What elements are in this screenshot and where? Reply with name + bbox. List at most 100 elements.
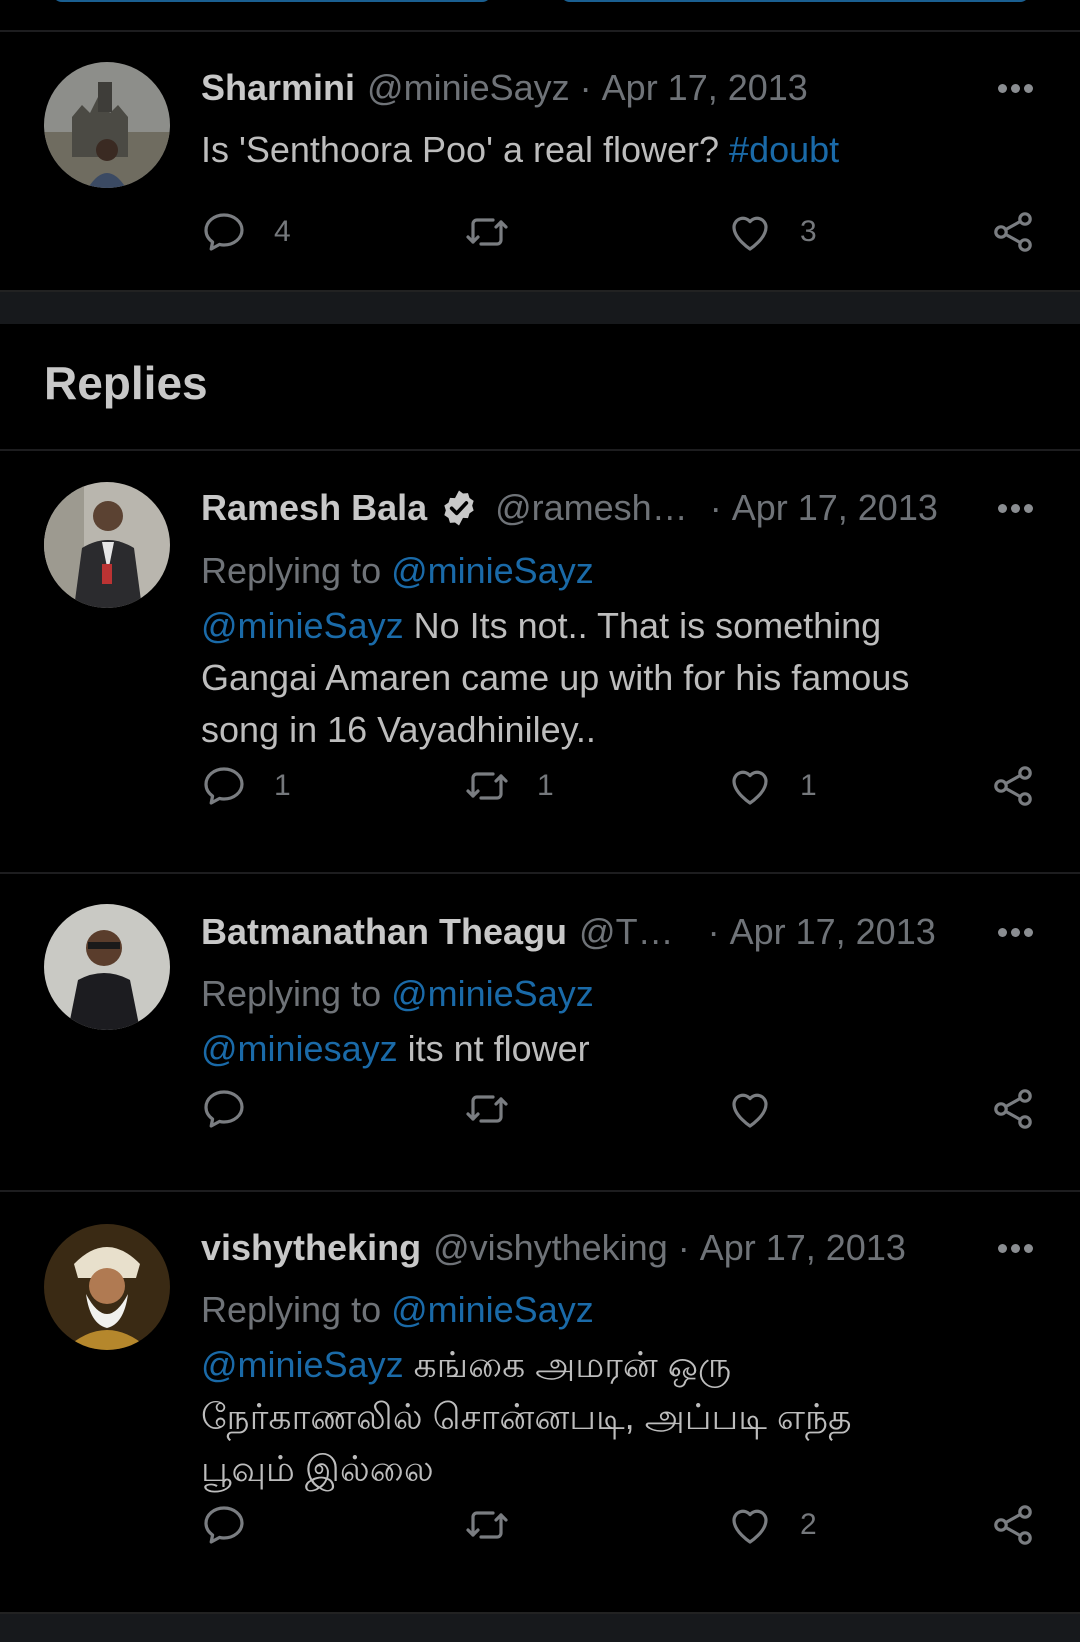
like-icon <box>726 762 774 810</box>
reply-icon <box>200 1501 248 1549</box>
reply-tweet[interactable]: vishytheking @vishytheking · Apr 17, 201… <box>0 1192 1080 1610</box>
author-name[interactable]: Batmanathan Theagu <box>201 911 567 953</box>
reply-tweet[interactable]: Ramesh Bala @ramesh… · Apr 17, 2013 Repl… <box>0 451 1080 873</box>
share-button[interactable] <box>989 1500 1037 1550</box>
text-line: its nt flower <box>397 1028 590 1069</box>
reply-count: 1 <box>274 769 291 802</box>
reply-tweet[interactable]: Batmanathan Theagu @T… · Apr 17, 2013 Re… <box>0 874 1080 1192</box>
avatar[interactable] <box>44 904 170 1030</box>
share-icon <box>989 1501 1037 1549</box>
share-icon <box>989 208 1037 256</box>
text-line: Gangai Amaren came up with for his famou… <box>201 657 910 698</box>
more-icon[interactable] <box>996 488 1036 528</box>
like-button[interactable]: 1 <box>726 761 817 811</box>
like-icon <box>726 208 774 256</box>
tweet-actions: 2 <box>0 1500 1080 1550</box>
share-button[interactable] <box>989 1084 1037 1134</box>
retweet-icon <box>463 762 511 810</box>
avatar[interactable] <box>44 482 170 608</box>
like-button[interactable]: 2 <box>726 1500 817 1550</box>
more-icon[interactable] <box>996 1228 1036 1268</box>
author-name[interactable]: vishytheking <box>201 1227 421 1269</box>
tweet-date[interactable]: Apr 17, 2013 <box>730 911 936 953</box>
main-tweet[interactable]: Sharmini @minieSayz · Apr 17, 2013 Is 'S… <box>0 0 1080 290</box>
retweet-button[interactable] <box>463 1084 537 1134</box>
tweet-header: Ramesh Bala @ramesh… · Apr 17, 2013 <box>201 486 1080 530</box>
like-count: 1 <box>800 769 817 802</box>
retweet-icon <box>463 1501 511 1549</box>
mention-link[interactable]: @minieSayz <box>201 605 404 646</box>
share-icon <box>989 762 1037 810</box>
replying-to: Replying to @minieSayz <box>201 968 1020 1020</box>
author-name[interactable]: Sharmini <box>201 67 355 109</box>
verified-icon <box>439 488 479 528</box>
retweet-button[interactable] <box>463 207 537 257</box>
tweet-actions <box>0 1084 1080 1134</box>
retweet-icon <box>463 1085 511 1133</box>
like-icon <box>726 1085 774 1133</box>
text-line: song in 16 Vayadhiniley.. <box>201 709 596 750</box>
author-handle[interactable]: @vishytheking <box>433 1227 668 1269</box>
author-handle[interactable]: @minieSayz <box>367 67 570 109</box>
more-icon[interactable] <box>996 912 1036 952</box>
mention-link[interactable]: @minieSayz <box>201 1344 404 1385</box>
retweet-count: 1 <box>537 769 554 802</box>
reply-button[interactable]: 4 <box>200 207 291 257</box>
separator: · <box>579 67 592 108</box>
reply-count: 4 <box>274 215 291 248</box>
reply-button[interactable] <box>200 1084 274 1134</box>
separator: · <box>677 1227 690 1268</box>
like-button[interactable] <box>726 1084 800 1134</box>
reply-button[interactable]: 1 <box>200 761 291 811</box>
text-line: No Its not.. That is something <box>403 605 882 646</box>
like-button[interactable]: 3 <box>726 207 817 257</box>
retweet-icon <box>463 208 511 256</box>
retweet-button[interactable]: 1 <box>463 761 554 811</box>
bottom-separator <box>0 1612 1080 1642</box>
tweet-text: Is 'Senthoora Poo' a real flower? #doubt <box>201 124 1020 176</box>
tweet-date[interactable]: Apr 17, 2013 <box>602 67 808 109</box>
author-handle[interactable]: @T… <box>579 911 674 953</box>
tweet-date[interactable]: Apr 17, 2013 <box>700 1227 906 1269</box>
avatar[interactable] <box>44 1224 170 1350</box>
text-line: பூவும் இல்லை <box>201 1448 434 1489</box>
like-icon <box>726 1501 774 1549</box>
replying-to: Replying to @minieSayz <box>201 545 1020 597</box>
reply-icon <box>200 762 248 810</box>
replying-to-link[interactable]: @minieSayz <box>391 1289 594 1330</box>
share-button[interactable] <box>989 207 1037 257</box>
mention-link[interactable]: @miniesayz <box>201 1028 398 1069</box>
tweet-text: @miniesayz its nt flower <box>201 1023 1020 1075</box>
replies-heading: Replies <box>44 357 208 409</box>
text-line: நேர்காணலில் சொன்னபடி, அப்படி எந்த <box>201 1396 852 1437</box>
retweet-button[interactable] <box>463 1500 537 1550</box>
tweet-header: vishytheking @vishytheking · Apr 17, 201… <box>201 1226 1080 1270</box>
section-separator <box>0 290 1080 324</box>
author-handle[interactable]: @ramesh… <box>495 487 688 529</box>
replying-to: Replying to @minieSayz <box>201 1284 1020 1336</box>
tweet-header: Sharmini @minieSayz · Apr 17, 2013 <box>201 66 1080 110</box>
tweet-body: Is 'Senthoora Poo' a real flower? <box>201 129 730 170</box>
tweet-header: Batmanathan Theagu @T… · Apr 17, 2013 <box>201 910 1080 954</box>
hashtag-link[interactable]: #doubt <box>729 129 839 170</box>
replying-label: Replying to <box>201 550 392 591</box>
like-count: 3 <box>800 215 817 248</box>
replying-to-link[interactable]: @minieSayz <box>391 973 594 1014</box>
tweet-actions: 4 3 <box>0 207 1080 257</box>
reply-button[interactable] <box>200 1500 274 1550</box>
replying-to-link[interactable]: @minieSayz <box>391 550 594 591</box>
replying-label: Replying to <box>201 1289 392 1330</box>
avatar[interactable] <box>44 62 170 188</box>
share-button[interactable] <box>989 761 1037 811</box>
tweet-text: @minieSayz No Its not.. That is somethin… <box>201 600 1020 756</box>
replying-label: Replying to <box>201 973 392 1014</box>
tweet-actions: 1 1 1 <box>0 761 1080 811</box>
author-name[interactable]: Ramesh Bala <box>201 487 427 529</box>
tweet-date[interactable]: Apr 17, 2013 <box>732 487 938 529</box>
share-icon <box>989 1085 1037 1133</box>
like-count: 2 <box>800 1508 817 1541</box>
tweet-text: @minieSayz கங்கை அமரன் ஒரு நேர்காணலில் ச… <box>201 1339 1020 1495</box>
reply-icon <box>200 1085 248 1133</box>
more-icon[interactable] <box>996 68 1036 108</box>
separator: · <box>709 487 722 528</box>
